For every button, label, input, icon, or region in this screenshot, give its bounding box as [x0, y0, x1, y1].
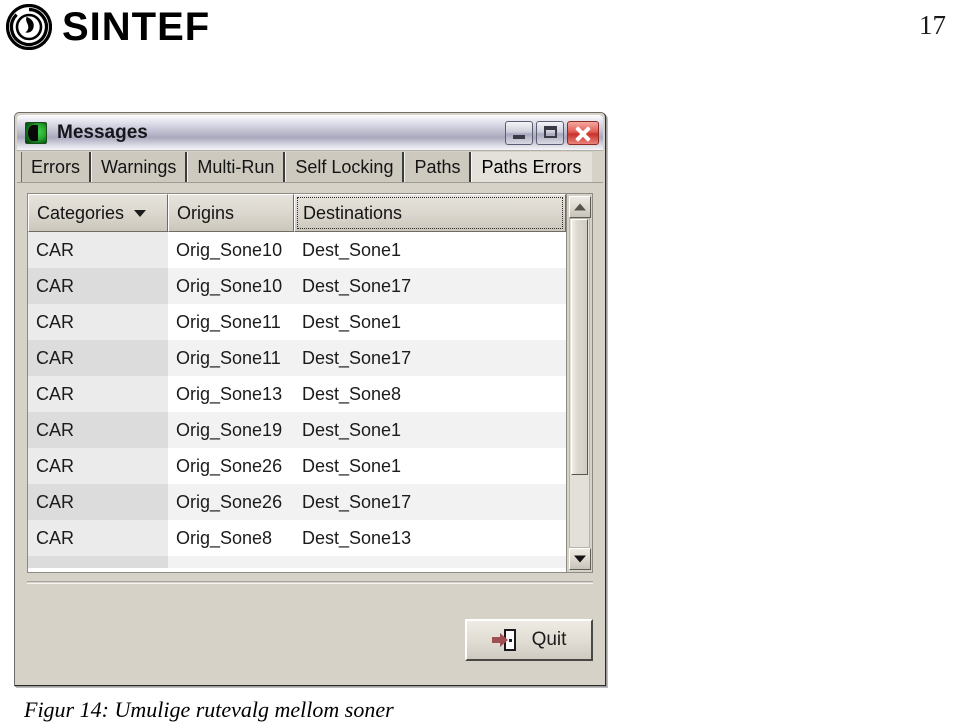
- column-header-destinations[interactable]: Destinations: [294, 194, 566, 232]
- close-button[interactable]: [567, 120, 599, 145]
- cell-origin: Orig_Sone10: [168, 232, 294, 268]
- cell-origin: Orig_Sone26: [168, 448, 294, 484]
- table-body[interactable]: CAR Orig_Sone10 Dest_Sone1 CAR Orig_Sone…: [28, 232, 566, 572]
- cell-origin: Orig_Sone8: [168, 520, 294, 556]
- cell-category: CAR: [28, 520, 168, 556]
- page-number: 17: [919, 10, 946, 40]
- minimize-button[interactable]: [505, 120, 533, 145]
- scroll-down-button[interactable]: [569, 548, 591, 570]
- vertical-scrollbar[interactable]: [566, 194, 592, 572]
- maximize-button[interactable]: [536, 120, 564, 145]
- window-inner: Messages Errors Warnings Multi-Run Self …: [17, 115, 603, 683]
- cell-origin: Orig_Sone13: [168, 376, 294, 412]
- cell-destination: Dest_Sone1: [294, 412, 566, 448]
- cell-category: CAR: [28, 448, 168, 484]
- tab-multi-run[interactable]: Multi-Run: [187, 152, 286, 182]
- table-row[interactable]: CAR Orig_Sone26 Dest_Sone1: [28, 448, 566, 484]
- column-header-label: Categories: [37, 202, 125, 223]
- cell-destination: Dest_Sone1: [294, 304, 566, 340]
- tab-strip: Errors Warnings Multi-Run Self Locking P…: [17, 151, 603, 183]
- tab-label: Paths Errors: [481, 156, 582, 177]
- column-header-origins[interactable]: Origins: [168, 194, 294, 232]
- paths-errors-table: Categories Origins Destinations CAR Orig…: [27, 193, 593, 573]
- tab-label: Errors: [31, 156, 80, 177]
- column-header-label: Origins: [177, 202, 235, 223]
- tab-label: Self Locking: [295, 156, 394, 177]
- table-row[interactable]: [28, 556, 566, 568]
- tab-paths-errors[interactable]: Paths Errors: [471, 152, 592, 182]
- table-row[interactable]: CAR Orig_Sone8 Dest_Sone13: [28, 520, 566, 556]
- table-row[interactable]: CAR Orig_Sone11 Dest_Sone17: [28, 340, 566, 376]
- quit-button[interactable]: Quit: [465, 619, 593, 661]
- sintef-logo-mark-icon: [5, 3, 53, 51]
- scrollbar-thumb[interactable]: [571, 219, 588, 475]
- cell-destination: Dest_Sone8: [294, 376, 566, 412]
- cell-category: CAR: [28, 484, 168, 520]
- cell-destination: Dest_Sone1: [294, 232, 566, 268]
- window-title: Messages: [57, 121, 148, 143]
- sintef-wordmark: SINTEF: [62, 5, 211, 49]
- quit-button-label: Quit: [531, 629, 567, 650]
- cell-origin: Orig_Sone10: [168, 268, 294, 304]
- tab-errors[interactable]: Errors: [21, 152, 91, 182]
- cell-origin: Orig_Sone19: [168, 412, 294, 448]
- cell-category: CAR: [28, 376, 168, 412]
- exit-door-icon: [491, 629, 516, 651]
- cell-category: CAR: [28, 232, 168, 268]
- table-header-row: Categories Origins Destinations: [28, 194, 566, 232]
- table-row[interactable]: CAR Orig_Sone10 Dest_Sone1: [28, 232, 566, 268]
- caret-down-icon: [574, 555, 586, 563]
- cell-category: CAR: [28, 340, 168, 376]
- tab-label: Warnings: [101, 156, 177, 177]
- sintef-logo: SINTEF: [5, 3, 211, 51]
- scroll-up-button[interactable]: [569, 196, 591, 218]
- table-row[interactable]: CAR Orig_Sone10 Dest_Sone17: [28, 268, 566, 304]
- caret-up-icon: [574, 203, 586, 211]
- table-row[interactable]: CAR Orig_Sone11 Dest_Sone1: [28, 304, 566, 340]
- tab-label: Multi-Run: [197, 156, 275, 177]
- tab-panel-paths-errors: Categories Origins Destinations CAR Orig…: [17, 184, 603, 683]
- messages-window: Messages Errors Warnings Multi-Run Self …: [14, 112, 606, 686]
- cell-destination: Dest_Sone17: [294, 268, 566, 304]
- scrollbar-track[interactable]: [569, 218, 590, 548]
- column-header-categories[interactable]: Categories: [28, 194, 168, 232]
- column-header-label: Destinations: [303, 202, 403, 223]
- cell-category: CAR: [28, 304, 168, 340]
- panel-separator: [27, 581, 593, 584]
- cell-category: [28, 556, 168, 568]
- cell-category: CAR: [28, 268, 168, 304]
- cell-origin: Orig_Sone26: [168, 484, 294, 520]
- table-row[interactable]: CAR Orig_Sone19 Dest_Sone1: [28, 412, 566, 448]
- tab-warnings[interactable]: Warnings: [91, 152, 188, 182]
- cell-destination: [294, 556, 566, 568]
- cell-origin: Orig_Sone11: [168, 304, 294, 340]
- cell-category: CAR: [28, 412, 168, 448]
- figure-caption: Figur 14: Umulige rutevalg mellom soner: [24, 697, 394, 722]
- tab-self-locking[interactable]: Self Locking: [285, 152, 405, 182]
- tab-label: Paths: [414, 156, 461, 177]
- page-header: SINTEF 17: [0, 0, 960, 60]
- cell-destination: Dest_Sone1: [294, 448, 566, 484]
- cell-origin: [168, 556, 294, 568]
- cell-destination: Dest_Sone17: [294, 484, 566, 520]
- maximize-icon: [537, 122, 563, 144]
- table-grid: Categories Origins Destinations CAR Orig…: [28, 194, 566, 572]
- footer-bar: Quit: [465, 619, 593, 661]
- cell-destination: Dest_Sone17: [294, 340, 566, 376]
- title-bar[interactable]: Messages: [17, 115, 603, 151]
- cell-destination: Dest_Sone13: [294, 520, 566, 556]
- cell-origin: Orig_Sone11: [168, 340, 294, 376]
- sort-descending-icon: [134, 209, 147, 217]
- minimize-icon: [506, 122, 532, 144]
- table-row[interactable]: CAR Orig_Sone26 Dest_Sone17: [28, 484, 566, 520]
- table-row[interactable]: CAR Orig_Sone13 Dest_Sone8: [28, 376, 566, 412]
- tab-paths[interactable]: Paths: [404, 152, 472, 182]
- close-icon: [568, 122, 598, 144]
- app-icon: [25, 121, 47, 144]
